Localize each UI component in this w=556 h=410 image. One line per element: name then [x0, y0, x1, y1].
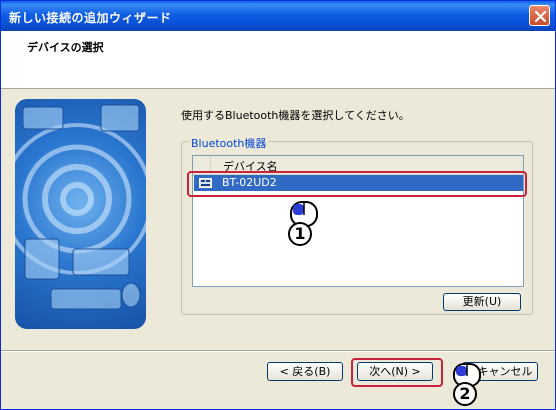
back-button[interactable]: < 戻る(B): [267, 362, 343, 381]
close-button[interactable]: [529, 5, 550, 26]
wizard-banner: [15, 99, 146, 329]
title-bar: 新しい接続の追加ウィザード: [1, 1, 555, 31]
wizard-banner-graphic: [15, 104, 146, 310]
instruction-text: 使用するBluetooth機器を選択してください。: [181, 109, 410, 122]
step-number-1: 1: [288, 222, 312, 246]
highlight-next-button: [351, 358, 443, 387]
refresh-button[interactable]: 更新(U): [443, 293, 521, 311]
highlight-device-row: [187, 171, 527, 197]
device-group-label: Bluetooth機器: [189, 135, 269, 151]
header-band: デバイスの選択: [1, 31, 555, 89]
wizard-window: 新しい接続の追加ウィザード デバイスの選択 使用するBluetooth機器を選択…: [0, 0, 556, 410]
footer-separator: [1, 350, 555, 352]
window-title: 新しい接続の追加ウィザード: [9, 11, 172, 25]
close-icon: [534, 10, 547, 23]
step-number-2: 2: [453, 382, 477, 406]
page-title: デバイスの選択: [27, 41, 104, 54]
